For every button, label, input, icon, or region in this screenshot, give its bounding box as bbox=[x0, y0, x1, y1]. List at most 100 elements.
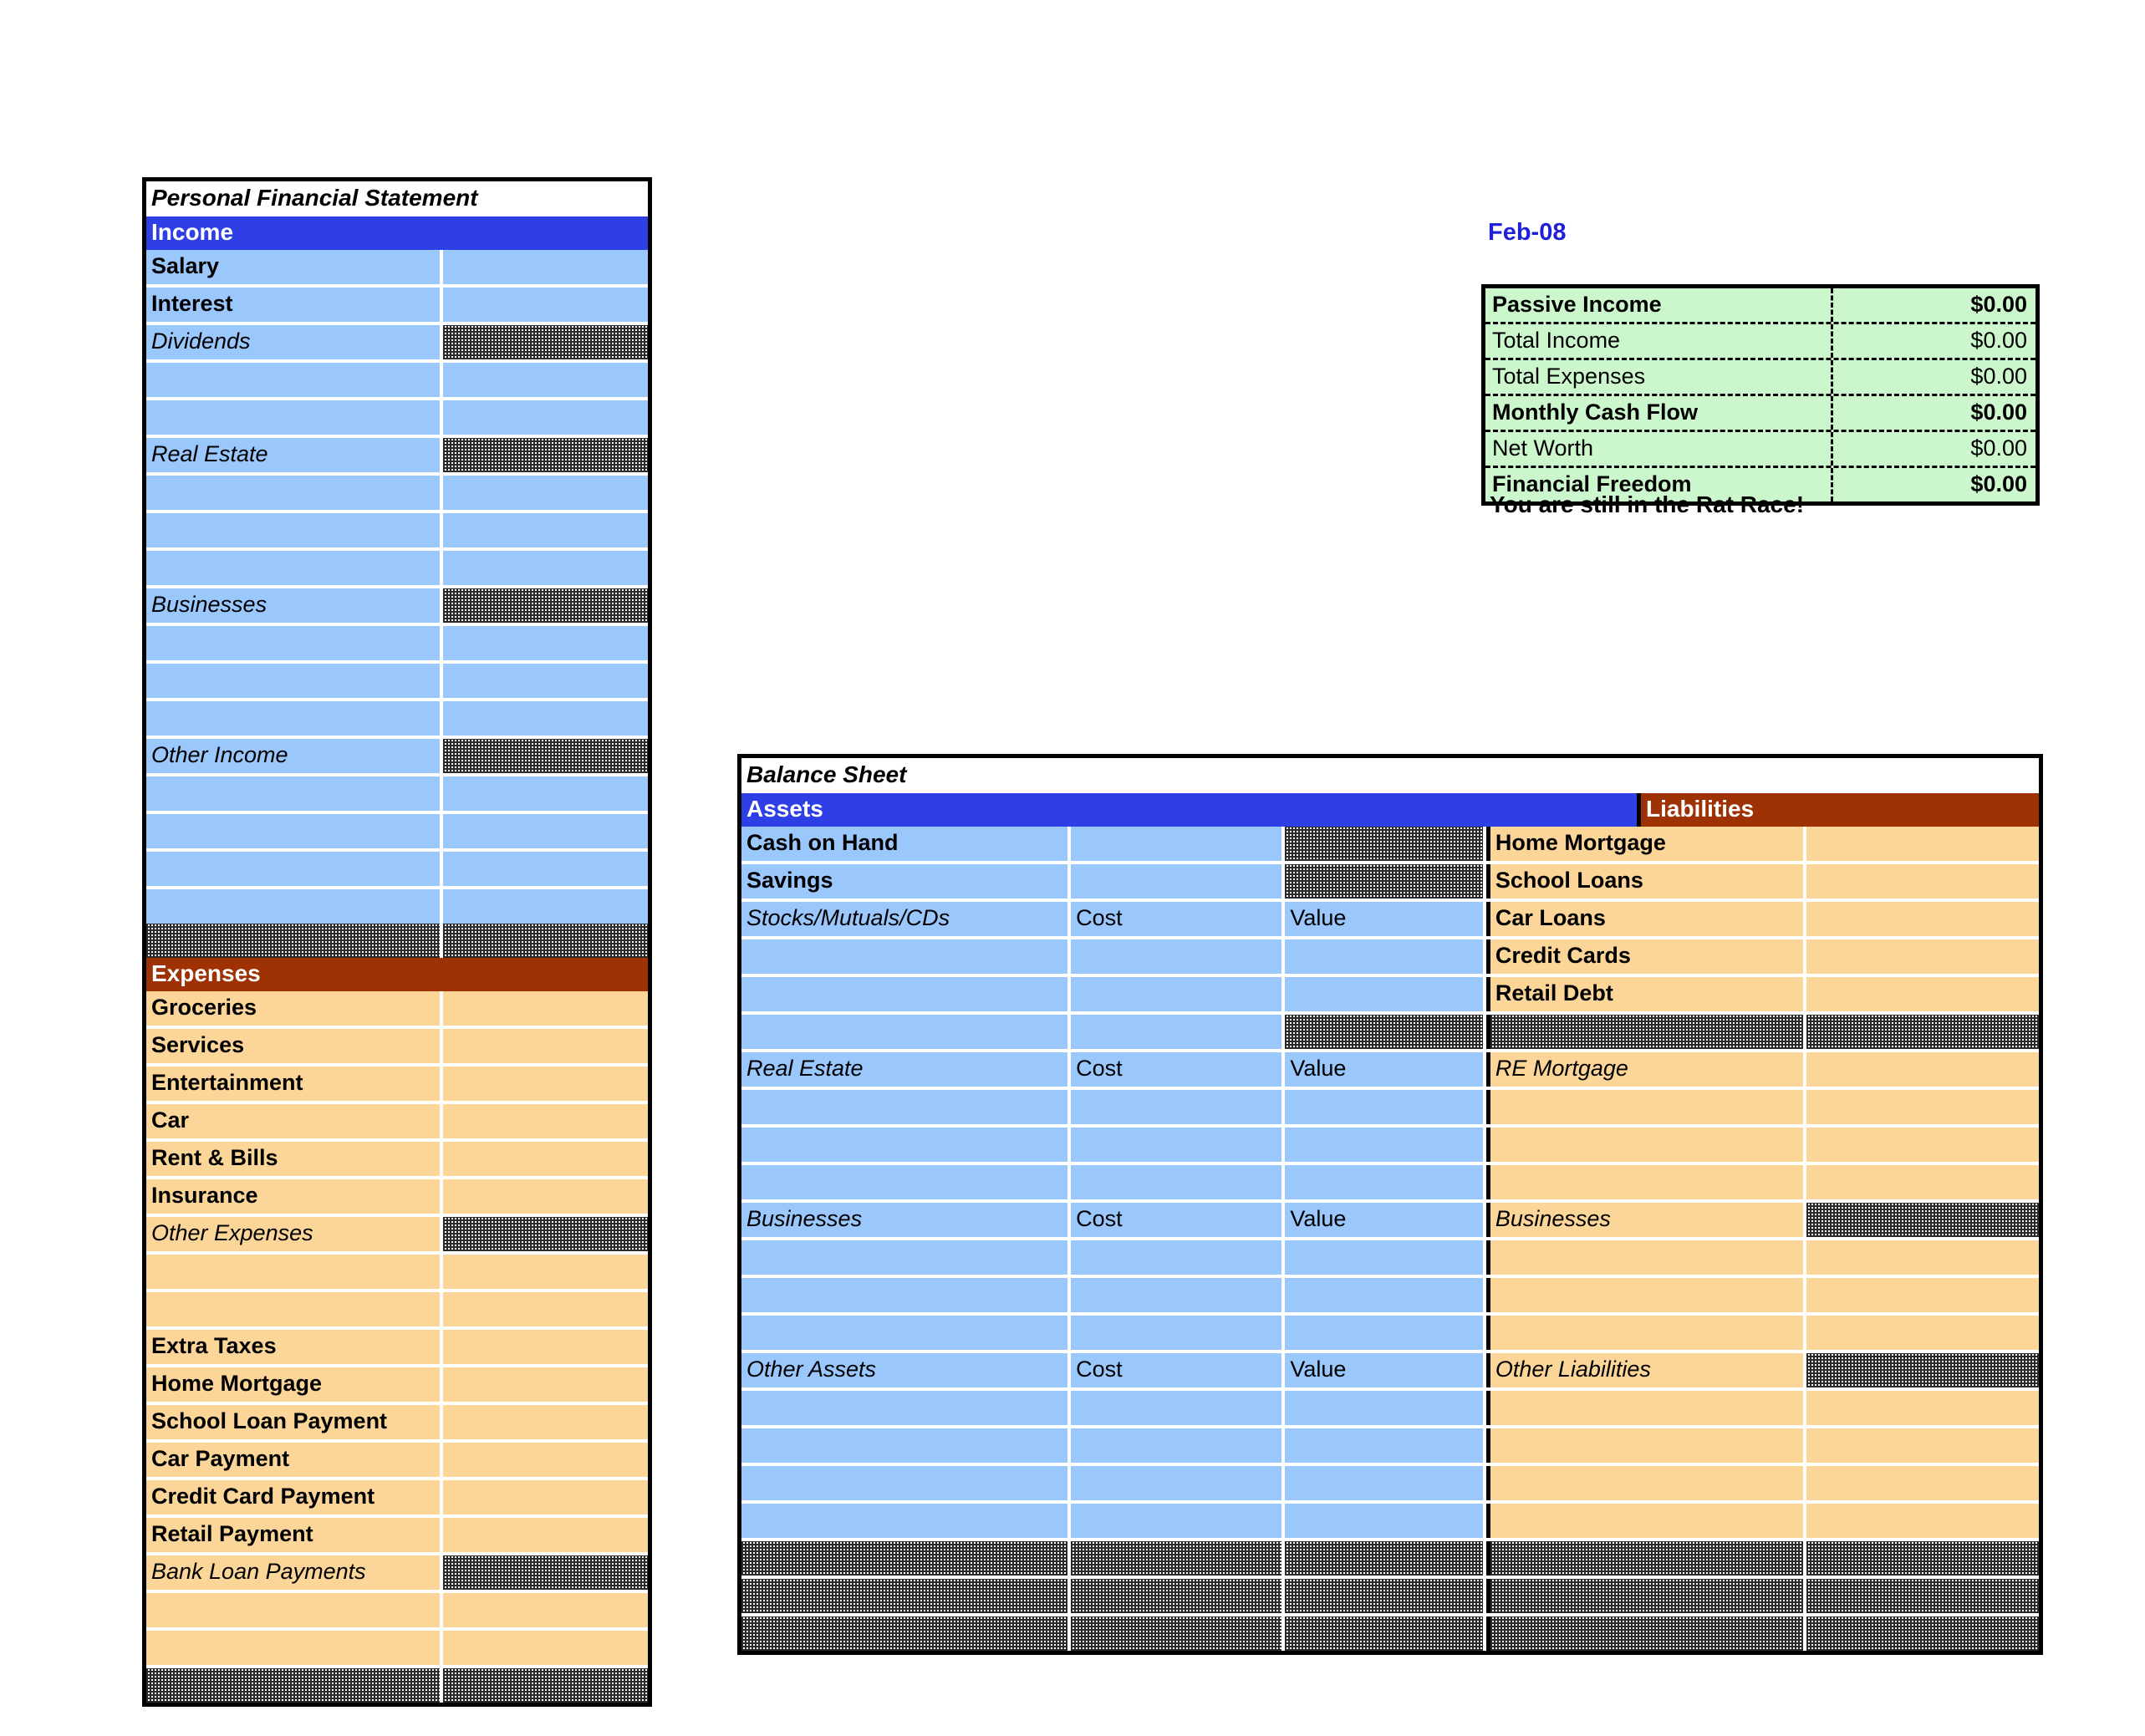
asset-value-cell[interactable] bbox=[1285, 939, 1483, 974]
asset-label-cell[interactable]: Savings bbox=[741, 864, 1068, 899]
liability-value-cell[interactable] bbox=[1806, 1128, 2039, 1162]
asset-label-cell[interactable] bbox=[741, 1165, 1068, 1199]
expense-row-value-input[interactable] bbox=[442, 1405, 648, 1439]
asset-value-cell[interactable]: Value bbox=[1285, 1052, 1483, 1087]
asset-value-cell[interactable] bbox=[1285, 1466, 1483, 1500]
liability-label-cell[interactable] bbox=[1490, 1090, 1804, 1124]
liability-label-cell[interactable]: Businesses bbox=[1490, 1203, 1804, 1237]
asset-label-cell[interactable] bbox=[741, 977, 1068, 1011]
asset-value-cell[interactable] bbox=[1285, 1240, 1483, 1275]
expense-row-label[interactable]: Retail Payment bbox=[146, 1518, 440, 1552]
income-row-label[interactable]: Real Estate bbox=[146, 438, 440, 472]
income-row-value-input[interactable] bbox=[442, 551, 648, 585]
expense-row-label[interactable]: Extra Taxes bbox=[146, 1330, 440, 1364]
liability-value-cell[interactable] bbox=[1806, 939, 2039, 974]
asset-label-cell[interactable]: Stocks/Mutuals/CDs bbox=[741, 902, 1068, 936]
liability-label-cell[interactable] bbox=[1490, 1391, 1804, 1425]
income-row-label[interactable] bbox=[146, 476, 440, 510]
liability-label-cell[interactable]: Credit Cards bbox=[1490, 939, 1804, 974]
asset-cost-cell[interactable] bbox=[1071, 1316, 1282, 1350]
income-row-label[interactable]: Businesses bbox=[146, 588, 440, 623]
income-row-label[interactable] bbox=[146, 814, 440, 848]
expense-row-value-input[interactable] bbox=[442, 1518, 648, 1552]
liability-value-cell[interactable] bbox=[1806, 1428, 2039, 1463]
asset-cost-cell[interactable] bbox=[1071, 1391, 1282, 1425]
income-row-value-input[interactable] bbox=[442, 852, 648, 886]
asset-label-cell[interactable] bbox=[741, 1466, 1068, 1500]
expense-row-label[interactable] bbox=[146, 1593, 440, 1627]
expense-row-label[interactable]: Services bbox=[146, 1029, 440, 1063]
income-row-label[interactable] bbox=[146, 626, 440, 660]
liability-value-cell[interactable] bbox=[1806, 1278, 2039, 1312]
expense-row-label[interactable]: Credit Card Payment bbox=[146, 1480, 440, 1515]
income-row-label[interactable] bbox=[146, 551, 440, 585]
income-row-value-input[interactable] bbox=[442, 664, 648, 698]
asset-label-cell[interactable]: Cash on Hand bbox=[741, 827, 1068, 861]
asset-cost-cell[interactable]: Cost bbox=[1071, 902, 1282, 936]
liability-label-cell[interactable] bbox=[1490, 1240, 1804, 1275]
expense-row-value-input[interactable] bbox=[442, 1292, 648, 1326]
liability-value-cell[interactable] bbox=[1806, 1052, 2039, 1087]
expense-row-value-input[interactable] bbox=[442, 1480, 648, 1515]
expense-row-label[interactable]: School Loan Payment bbox=[146, 1405, 440, 1439]
liability-label-cell[interactable] bbox=[1490, 1278, 1804, 1312]
expense-row-label[interactable]: Other Expenses bbox=[146, 1217, 440, 1251]
income-row-value-input[interactable] bbox=[442, 701, 648, 736]
asset-value-cell[interactable] bbox=[1285, 1428, 1483, 1463]
liability-label-cell[interactable] bbox=[1490, 1316, 1804, 1350]
liability-value-cell[interactable] bbox=[1806, 1391, 2039, 1425]
expense-row-value-input[interactable] bbox=[442, 1367, 648, 1402]
asset-label-cell[interactable] bbox=[741, 1391, 1068, 1425]
expense-row-value-input[interactable] bbox=[442, 1029, 648, 1063]
asset-cost-cell[interactable]: Cost bbox=[1071, 1203, 1282, 1237]
asset-value-cell[interactable]: Value bbox=[1285, 1203, 1483, 1237]
income-row-label[interactable] bbox=[146, 776, 440, 811]
liability-label-cell[interactable]: Car Loans bbox=[1490, 902, 1804, 936]
income-row-value-input[interactable] bbox=[442, 513, 648, 547]
liability-label-cell[interactable]: RE Mortgage bbox=[1490, 1052, 1804, 1087]
income-row-label[interactable] bbox=[146, 852, 440, 886]
asset-cost-cell[interactable] bbox=[1071, 1128, 1282, 1162]
liability-value-cell[interactable] bbox=[1806, 1316, 2039, 1350]
liability-label-cell[interactable]: School Loans bbox=[1490, 864, 1804, 899]
asset-cost-cell[interactable]: Cost bbox=[1071, 1353, 1282, 1387]
liability-value-cell[interactable] bbox=[1806, 1090, 2039, 1124]
expense-row-label[interactable]: Car Payment bbox=[146, 1443, 440, 1477]
liability-label-cell[interactable]: Retail Debt bbox=[1490, 977, 1804, 1011]
asset-label-cell[interactable]: Other Assets bbox=[741, 1353, 1068, 1387]
liability-label-cell[interactable] bbox=[1490, 1128, 1804, 1162]
asset-label-cell[interactable] bbox=[741, 1240, 1068, 1275]
asset-value-cell[interactable] bbox=[1285, 1090, 1483, 1124]
asset-label-cell[interactable] bbox=[741, 1128, 1068, 1162]
liability-value-cell[interactable] bbox=[1806, 1165, 2039, 1199]
expense-row-value-input[interactable] bbox=[442, 1255, 648, 1289]
expense-row-value-input[interactable] bbox=[442, 1067, 648, 1101]
asset-label-cell[interactable]: Businesses bbox=[741, 1203, 1068, 1237]
income-row-label[interactable] bbox=[146, 889, 440, 924]
income-row-label[interactable]: Interest bbox=[146, 288, 440, 322]
asset-cost-cell[interactable] bbox=[1071, 1090, 1282, 1124]
expense-row-label[interactable]: Bank Loan Payments bbox=[146, 1555, 440, 1590]
liability-label-cell[interactable]: Home Mortgage bbox=[1490, 827, 1804, 861]
expense-row-value-input[interactable] bbox=[442, 1593, 648, 1627]
liability-value-cell[interactable] bbox=[1806, 1466, 2039, 1500]
liability-value-cell[interactable] bbox=[1806, 1504, 2039, 1538]
liability-label-cell[interactable] bbox=[1490, 1165, 1804, 1199]
income-row-value-input[interactable] bbox=[442, 814, 648, 848]
expense-row-value-input[interactable] bbox=[442, 1330, 648, 1364]
asset-cost-cell[interactable] bbox=[1071, 1015, 1282, 1049]
expense-row-label[interactable] bbox=[146, 1631, 440, 1665]
asset-cost-cell[interactable] bbox=[1071, 1240, 1282, 1275]
asset-cost-cell[interactable] bbox=[1071, 1504, 1282, 1538]
income-row-label[interactable] bbox=[146, 400, 440, 435]
expense-row-value-input[interactable] bbox=[442, 1104, 648, 1138]
income-row-value-input[interactable] bbox=[442, 288, 648, 322]
expense-row-value-input[interactable] bbox=[442, 1179, 648, 1214]
asset-label-cell[interactable] bbox=[741, 1428, 1068, 1463]
income-row-label[interactable]: Salary bbox=[146, 250, 440, 284]
income-row-label[interactable] bbox=[146, 664, 440, 698]
expense-row-label[interactable]: Car bbox=[146, 1104, 440, 1138]
asset-value-cell[interactable]: Value bbox=[1285, 902, 1483, 936]
asset-value-cell[interactable] bbox=[1285, 1504, 1483, 1538]
income-row-value-input[interactable] bbox=[442, 476, 648, 510]
